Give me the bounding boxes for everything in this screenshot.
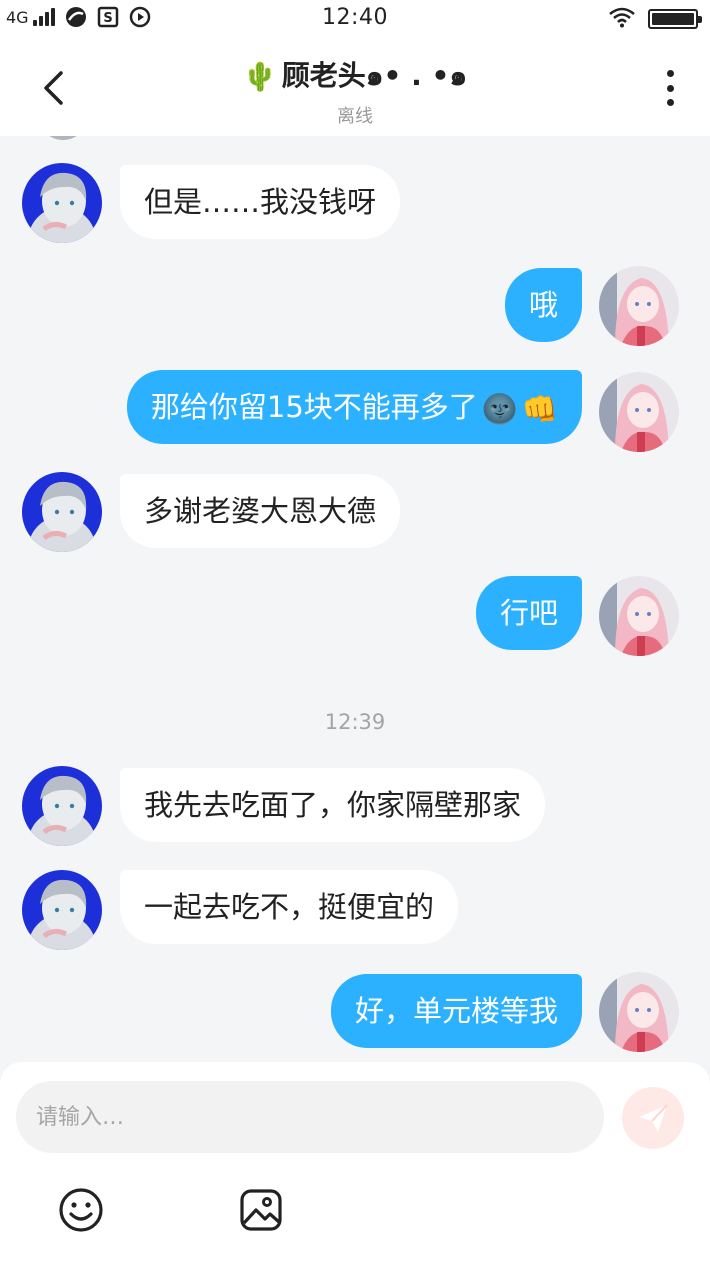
chat-header: 🌵 顾老头๑• . •๑ 离线: [0, 36, 710, 136]
message-bubble-outgoing[interactable]: 那给你留15块不能再多了 🌚 👊: [126, 370, 582, 444]
message-list[interactable]: 但是……我没钱呀 哦 那给你留15块不能再多了 🌚 👊 多谢老婆大恩大德 行吧 …: [0, 136, 710, 1062]
timestamp-separator: 12:39: [324, 710, 386, 734]
clock: 12:40: [322, 5, 388, 30]
new-moon-face-emoji: 🌚: [481, 392, 518, 426]
message-bubble-outgoing[interactable]: 哦: [504, 268, 582, 342]
message-bubble-incoming[interactable]: 一起去吃不，挺便宜的: [120, 870, 459, 944]
send-icon: [639, 1104, 668, 1132]
status-right: [608, 6, 702, 32]
message-bubble-incoming[interactable]: 但是……我没钱呀: [120, 165, 401, 239]
message-bubble-incoming[interactable]: 多谢老婆大恩大德: [120, 474, 401, 548]
emoji-button[interactable]: [56, 1185, 106, 1235]
avatar-self[interactable]: [599, 266, 679, 346]
message-bubble-incoming[interactable]: 我先去吃面了，你家隔壁那家: [120, 768, 546, 842]
chat-screen: 4G S 12:40 🌵 顾老头๑• . •๑ 离线 但是……我没钱呀 哦 那给…: [0, 0, 710, 1271]
online-status: 离线: [337, 106, 373, 127]
composer-bar: [0, 1062, 710, 1271]
wifi-icon: [608, 6, 636, 32]
avatar-contact[interactable]: [22, 472, 102, 552]
contact-title-block: 🌵 顾老头๑• . •๑ 离线: [0, 54, 710, 128]
more-options-button[interactable]: [660, 68, 680, 108]
send-button[interactable]: [622, 1087, 684, 1149]
message-text: 那给你留15块不能再多了: [150, 390, 478, 424]
battery-icon: [648, 9, 702, 29]
image-button[interactable]: [236, 1185, 286, 1235]
avatar-contact[interactable]: [22, 766, 102, 846]
status-bar: 4G S 12:40: [0, 0, 710, 36]
avatar-contact[interactable]: [22, 163, 102, 243]
contact-name[interactable]: 顾老头๑• . •๑: [282, 54, 467, 98]
emoji-smile-icon: [59, 1188, 103, 1232]
avatar-self[interactable]: [599, 372, 679, 452]
avatar-self[interactable]: [599, 576, 679, 656]
message-input[interactable]: [16, 1081, 604, 1153]
battery-level: [652, 13, 694, 25]
fist-emoji: 👊: [521, 392, 558, 426]
more-vertical-icon: [666, 70, 674, 77]
avatar-contact[interactable]: [22, 870, 102, 950]
cactus-emoji: 🌵: [242, 59, 278, 93]
avatar-self[interactable]: [599, 972, 679, 1052]
image-icon: [240, 1189, 282, 1231]
avatar-partial: [38, 136, 88, 140]
message-bubble-outgoing[interactable]: 好，单元楼等我: [330, 974, 582, 1048]
message-bubble-outgoing[interactable]: 行吧: [475, 576, 582, 650]
